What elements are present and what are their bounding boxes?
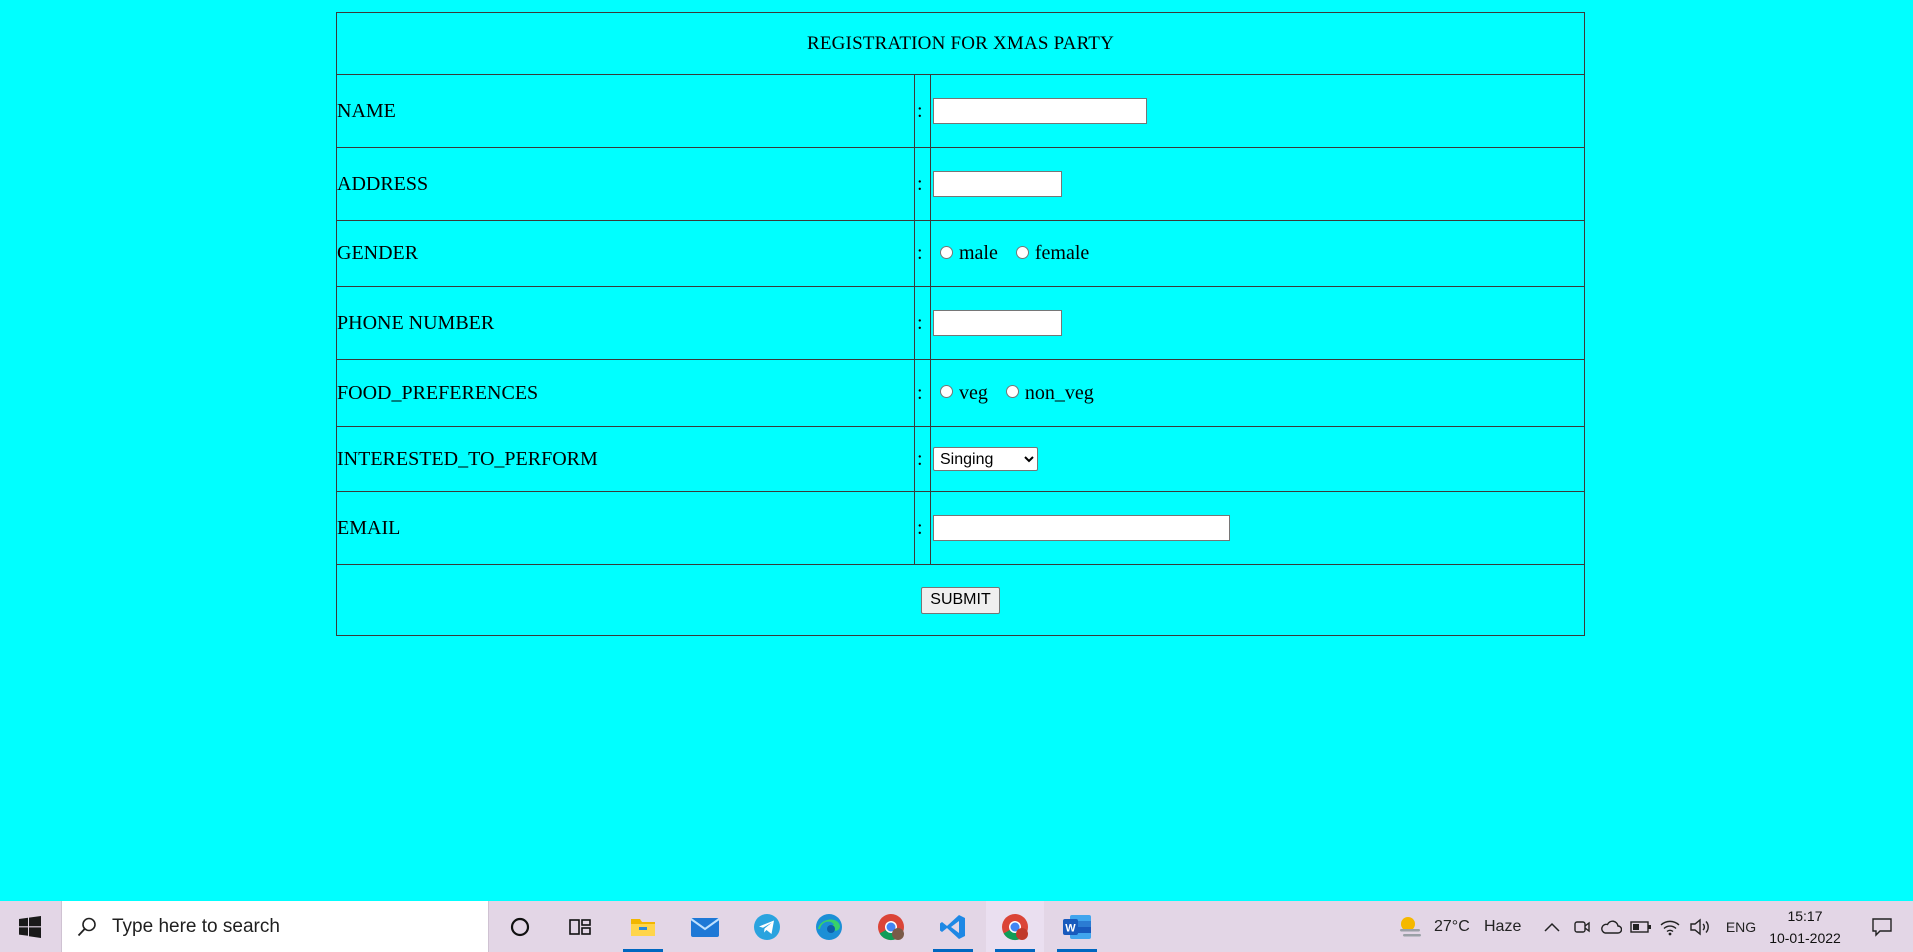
- male-label: male: [959, 242, 998, 264]
- start-button[interactable]: [0, 901, 60, 952]
- title-row: REGISTRATION FOR XMAS PARTY: [337, 13, 1584, 75]
- gender-label: GENDER: [337, 242, 419, 264]
- chrome-button[interactable]: [862, 901, 920, 952]
- colon: :: [914, 221, 931, 286]
- language-button[interactable]: ENG: [1722, 901, 1760, 952]
- language-indicator: ENG: [1725, 918, 1757, 935]
- chrome-profile-button[interactable]: [986, 901, 1044, 952]
- phone-row: PHONE NUMBER :: [337, 287, 1584, 360]
- form-title: REGISTRATION FOR XMAS PARTY: [806, 32, 1115, 54]
- vscode-button[interactable]: [924, 901, 982, 952]
- battery-button[interactable]: [1628, 901, 1654, 952]
- gender-row: GENDER : male female: [337, 221, 1584, 287]
- weather-condition: Haze: [1484, 917, 1522, 935]
- colon: :: [914, 360, 931, 426]
- phone-label: PHONE NUMBER: [337, 311, 495, 334]
- name-row: NAME :: [337, 75, 1584, 148]
- task-view-icon: [569, 918, 591, 935]
- colon: :: [914, 287, 931, 359]
- telegram-icon: [754, 913, 780, 940]
- file-explorer-button[interactable]: [614, 901, 672, 952]
- battery-icon: [1630, 920, 1651, 933]
- name-input[interactable]: [933, 98, 1147, 124]
- submit-button[interactable]: SUBMIT: [921, 586, 1000, 614]
- windows-logo-icon: [19, 915, 41, 938]
- search-placeholder: Type here to search: [112, 915, 280, 937]
- chrome-profile-icon: [1002, 913, 1028, 940]
- telegram-button[interactable]: [738, 901, 796, 952]
- onedrive-button[interactable]: [1598, 901, 1624, 952]
- food-row: FOOD_PREFERENCES : veg non_veg: [337, 360, 1584, 427]
- email-input[interactable]: [933, 515, 1230, 541]
- chevron-up-icon: [1544, 922, 1560, 932]
- address-label: ADDRESS: [337, 172, 429, 195]
- show-hidden-icons-button[interactable]: [1538, 901, 1566, 952]
- network-button[interactable]: [1657, 901, 1683, 952]
- taskbar-search-box[interactable]: Type here to search: [61, 901, 489, 952]
- search-icon: [77, 917, 96, 936]
- meet-now-icon: [1574, 920, 1590, 933]
- email-label: EMAIL: [337, 516, 401, 539]
- mail-icon: [690, 917, 720, 937]
- weather-haze-icon: [1400, 916, 1421, 936]
- gender-options: male female: [940, 242, 1101, 265]
- edge-button[interactable]: [800, 901, 858, 952]
- clock-button[interactable]: 15:17 10-01-2022: [1764, 901, 1846, 952]
- registration-form: REGISTRATION FOR XMAS PARTY NAME : ADDRE…: [336, 12, 1585, 636]
- address-row: ADDRESS :: [337, 148, 1584, 221]
- perform-row: INTERESTED_TO_PERFORM : Singing: [337, 427, 1584, 492]
- wifi-icon: [1660, 920, 1680, 935]
- colon: :: [914, 75, 931, 147]
- submit-row: SUBMIT: [337, 565, 1584, 635]
- address-input[interactable]: [933, 171, 1062, 197]
- weather-temp: 27°C: [1434, 917, 1470, 935]
- edge-icon: [816, 913, 842, 940]
- food-options: veg non_veg: [940, 382, 1106, 405]
- colon: :: [914, 492, 931, 564]
- perform-select[interactable]: Singing: [933, 447, 1038, 471]
- meet-now-button[interactable]: [1570, 901, 1594, 952]
- weather-button[interactable]: [1395, 901, 1425, 952]
- taskbar: Type here to search W 27°C Haze ENG 15:1…: [0, 901, 1913, 952]
- chrome-icon: [878, 913, 904, 940]
- colon: :: [914, 148, 931, 220]
- svg-text:W: W: [1065, 922, 1076, 934]
- weather-cond-wrap: Haze: [1484, 901, 1528, 952]
- word-button[interactable]: W: [1048, 901, 1106, 952]
- email-row: EMAIL :: [337, 492, 1584, 565]
- task-view-button[interactable]: [551, 901, 609, 952]
- notifications-button[interactable]: [1862, 901, 1902, 952]
- non-veg-label: non_veg: [1024, 381, 1094, 404]
- phone-input[interactable]: [933, 310, 1062, 336]
- volume-icon: [1690, 918, 1709, 935]
- female-label: female: [1034, 242, 1090, 264]
- veg-label: veg: [959, 381, 988, 404]
- notification-icon: [1872, 917, 1892, 937]
- vscode-icon: [940, 914, 965, 939]
- clock-time: 15:17: [1787, 907, 1823, 924]
- volume-button[interactable]: [1686, 901, 1714, 952]
- cortana-button[interactable]: [491, 901, 549, 952]
- female-radio[interactable]: [1015, 245, 1029, 259]
- food-label: FOOD_PREFERENCES: [337, 381, 539, 404]
- veg-radio[interactable]: [940, 385, 953, 398]
- onedrive-cloud-icon: [1601, 920, 1622, 934]
- mail-button[interactable]: [676, 901, 734, 952]
- file-explorer-icon: [631, 918, 655, 936]
- colon: :: [914, 427, 931, 491]
- name-label: NAME: [337, 99, 396, 122]
- weather-temp-wrap: 27°C: [1434, 901, 1476, 952]
- word-icon: W: [1063, 914, 1091, 939]
- non-veg-radio[interactable]: [1005, 385, 1019, 398]
- male-radio[interactable]: [940, 245, 953, 259]
- perform-label: INTERESTED_TO_PERFORM: [337, 447, 598, 470]
- cortana-icon: [510, 917, 530, 936]
- clock-date: 10-01-2022: [1769, 929, 1841, 946]
